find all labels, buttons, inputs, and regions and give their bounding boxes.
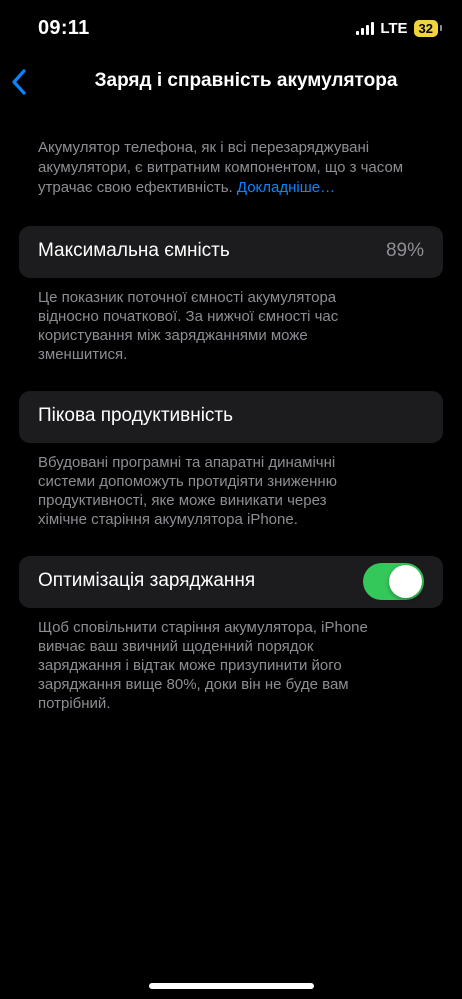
- learn-more-link[interactable]: Докладніше…: [237, 179, 335, 196]
- max-capacity-footnote: Це показник поточної ємності акумулятора…: [38, 289, 339, 363]
- status-bar: 09:11 LTE 32: [0, 0, 462, 58]
- peak-performance-row: Пікова продуктивність: [19, 391, 443, 443]
- status-time: 09:11: [38, 17, 90, 39]
- home-indicator[interactable]: [149, 983, 314, 989]
- nav-bar: Заряд і справність акумулятора: [0, 58, 462, 106]
- intro-text: Акумулятор телефона, як і всі перезарядж…: [38, 139, 404, 196]
- network-label: LTE: [380, 20, 408, 37]
- battery-icon: 32: [413, 20, 443, 37]
- optimized-charging-row: Оптимізація заряджання: [19, 556, 443, 608]
- max-capacity-label: Максимальна ємність: [38, 240, 230, 261]
- page-title: Заряд і справність акумулятора: [94, 70, 398, 91]
- peak-performance-footnote: Вбудовані програмні та апаратні динамічн…: [38, 454, 337, 528]
- optimized-charging-label: Оптимізація заряджання: [38, 570, 256, 591]
- peak-performance-label: Пікова продуктивність: [38, 405, 234, 426]
- optimized-charging-footnote: Щоб сповільнити старіння акумулятора, iP…: [38, 619, 368, 712]
- max-capacity-row: Максимальна ємність 89%: [19, 226, 443, 278]
- max-capacity-value: 89%: [385, 240, 424, 261]
- optimized-charging-toggle[interactable]: [363, 563, 424, 600]
- intro-description: Акумулятор телефона, як і всі перезарядж…: [38, 138, 433, 198]
- toggle-knob: [389, 565, 422, 598]
- status-indicators: LTE 32: [356, 20, 443, 37]
- chevron-left-icon: [12, 69, 26, 95]
- back-button[interactable]: [8, 66, 32, 98]
- signal-icon: [356, 22, 375, 35]
